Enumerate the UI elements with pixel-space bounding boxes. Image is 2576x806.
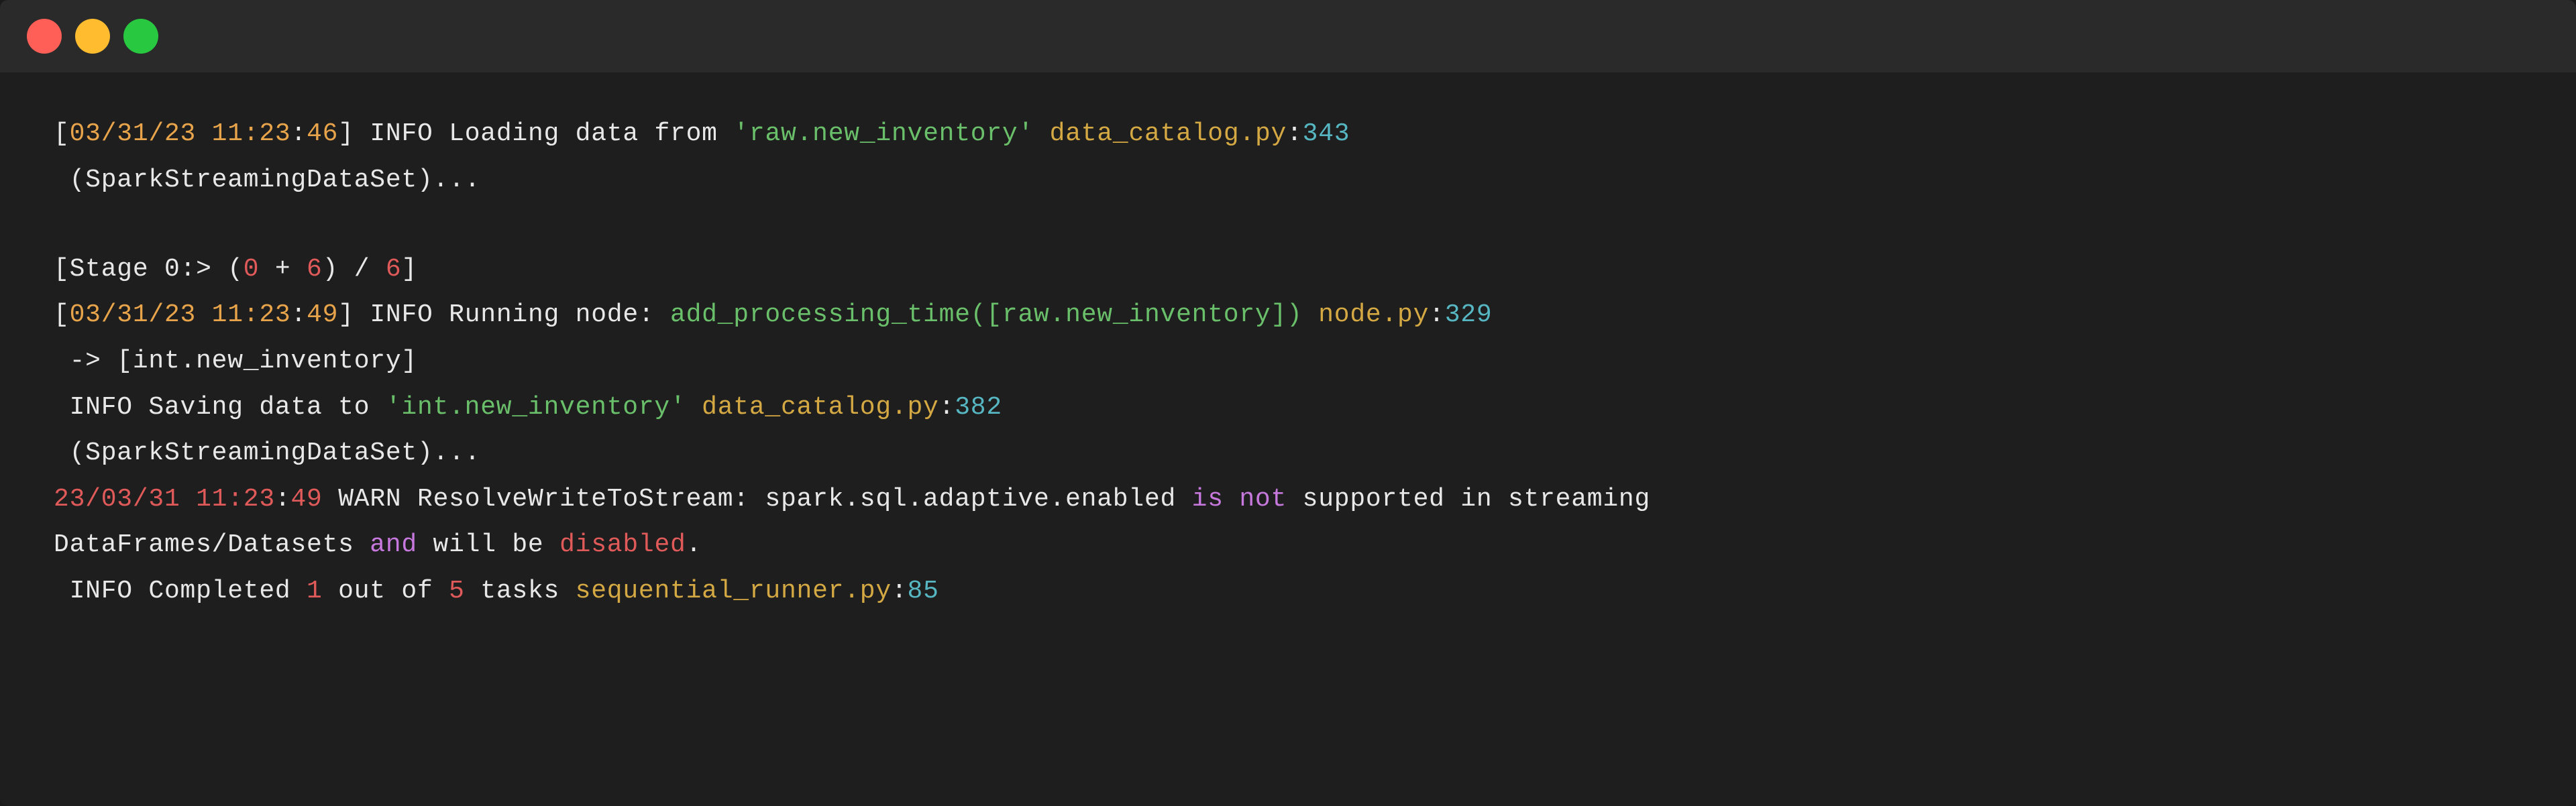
log-line-9: 23/03/31 11:23:49 WARN ResolveWriteToStr… <box>54 478 2522 522</box>
window-buttons <box>27 19 158 54</box>
terminal-content: [03/31/23 11:23:46] INFO Loading data fr… <box>0 72 2576 806</box>
minimize-button[interactable] <box>75 19 110 54</box>
log-line-empty <box>54 205 2522 248</box>
log-line-6: -> [int.new_inventory] <box>54 340 2522 384</box>
log-line-1: [03/31/23 11:23:46] INFO Loading data fr… <box>54 113 2522 156</box>
log-line-5: [03/31/23 11:23:49] INFO Running node: a… <box>54 294 2522 337</box>
maximize-button[interactable] <box>123 19 158 54</box>
log-line-4: [Stage 0:> (0 + 6) / 6] <box>54 248 2522 292</box>
log-line-2: (SparkStreamingDataSet)... <box>54 159 2522 203</box>
title-bar <box>0 0 2576 72</box>
log-line-10: DataFrames/Datasets and will be disabled… <box>54 524 2522 567</box>
close-button[interactable] <box>27 19 62 54</box>
log-line-7: INFO Saving data to 'int.new_inventory' … <box>54 386 2522 430</box>
terminal-window: [03/31/23 11:23:46] INFO Loading data fr… <box>0 0 2576 806</box>
log-line-11: INFO Completed 1 out of 5 tasks sequenti… <box>54 570 2522 614</box>
log-line-8: (SparkStreamingDataSet)... <box>54 432 2522 475</box>
